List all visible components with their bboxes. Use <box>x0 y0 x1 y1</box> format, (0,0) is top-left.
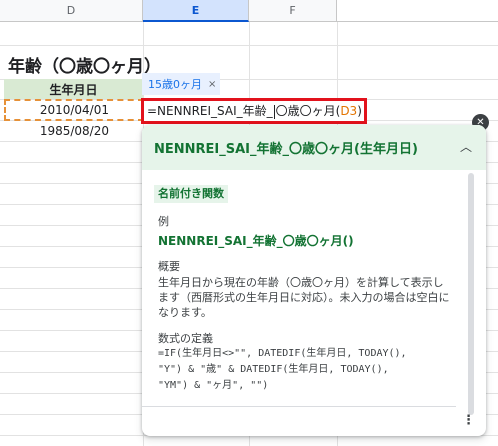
example-text: NENNREI_SAI_年齢_〇歳〇ヶ月() <box>158 234 354 248</box>
header-cell-birthdate[interactable]: 生年月日 <box>4 79 143 99</box>
text-cursor <box>273 104 275 119</box>
example-label: 例 <box>158 215 169 228</box>
result-preview-label: 15歳0ヶ月 <box>148 78 202 91</box>
named-function-badge: 名前付き関数 <box>154 185 228 203</box>
definition-text: =IF(生年月日<>"", DATEDIF(生年月日, TODAY(), "Y"… <box>158 348 407 391</box>
date-cell-d4[interactable]: 1985/08/20 <box>4 121 143 141</box>
column-header-f[interactable]: F <box>249 0 337 22</box>
column-label: D <box>66 4 76 17</box>
formula-text-suffix: 〇歳〇ヶ月( <box>275 104 341 118</box>
grid-line <box>0 45 498 46</box>
header-cell-label: 生年月日 <box>49 82 98 97</box>
help-divider <box>142 406 456 407</box>
summary-text: 生年月日から現在の年齢（〇歳〇ヶ月）を計算して表示します（西暦形式の生年月日に対… <box>158 276 450 319</box>
chevron-up-icon[interactable]: ︿ <box>460 138 472 155</box>
header-filler <box>337 0 498 22</box>
sheet-title: 年齢（〇歳〇ヶ月） <box>8 57 161 77</box>
summary-label: 概要 <box>158 260 180 273</box>
more-vert-icon[interactable]: ⋮ <box>462 413 475 428</box>
formula-text-prefix: =NENNREI_SAI_年齢_ <box>147 104 273 118</box>
close-icon[interactable]: × <box>208 79 216 90</box>
result-preview-chip[interactable]: 15歳0ヶ月 × <box>142 73 221 95</box>
column-label: E <box>191 3 200 17</box>
help-card-title: NENNREI_SAI_年齢_〇歳〇ヶ月(生年月日) <box>154 142 418 157</box>
formula-editor[interactable]: =NENNREI_SAI_年齢_ 〇歳〇ヶ月(D3) <box>141 98 367 124</box>
help-scrollbar[interactable] <box>468 173 474 415</box>
reference-highlight-d3 <box>4 99 144 121</box>
formula-cell-reference: D3 <box>340 104 358 118</box>
function-help-card: NENNREI_SAI_年齢_〇歳〇ヶ月(生年月日) ︿ 名前付き関数 例 NE… <box>142 125 486 436</box>
column-header-e[interactable]: E <box>143 0 249 22</box>
definition-label: 数式の定義 <box>158 332 213 345</box>
column-label: F <box>289 4 296 17</box>
column-header-d[interactable]: D <box>0 0 143 22</box>
formula-close-paren: ) <box>357 104 362 118</box>
